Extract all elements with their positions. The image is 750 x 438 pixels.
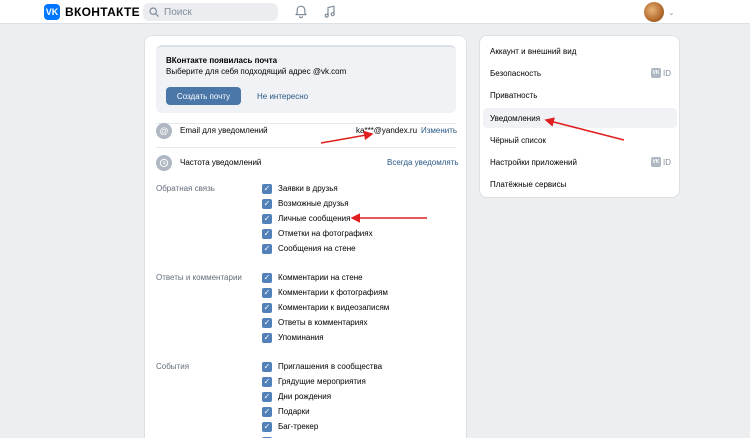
section-title: Ответы и комментарии — [156, 273, 242, 282]
checkbox-item[interactable]: ✓ Подарки — [262, 406, 310, 417]
checkbox-item[interactable]: ✓ Комментарии на стене — [262, 272, 363, 283]
checkbox-checked-icon[interactable]: ✓ — [262, 302, 272, 313]
vk-logo-icon: VK — [44, 4, 60, 20]
menu-item-label: Настройки приложений — [490, 157, 577, 167]
section-title: События — [156, 362, 190, 371]
checkbox-checked-icon[interactable]: ✓ — [262, 376, 272, 387]
settings-menu: Аккаунт и внешний вид Безопасность VK ID … — [479, 35, 680, 198]
checkbox-checked-icon[interactable]: ✓ — [262, 391, 272, 402]
checkbox-item[interactable]: ✓ Отметки на фотографиях — [262, 228, 373, 239]
promo-title: ВКонтакте появилась почта — [166, 56, 278, 65]
checkbox-item[interactable]: ✓ Приглашения в сообщества — [262, 361, 382, 372]
menu-item-privacy[interactable]: Приватность — [483, 85, 677, 105]
checkbox-item[interactable]: ✓ Заявки в друзья — [262, 183, 338, 194]
checkbox-checked-icon[interactable]: ✓ — [262, 243, 272, 254]
checkbox-item[interactable]: ✓ Ответы в комментариях — [262, 317, 368, 328]
checkbox-checked-icon[interactable]: ✓ — [262, 406, 272, 417]
promo-subtitle: Выберите для себя подходящий адрес @vk.c… — [166, 67, 347, 76]
checkbox-item[interactable]: ✓ Комментарии к фотографиям — [262, 287, 388, 298]
checkbox-label: Приглашения в сообщества — [278, 362, 383, 371]
checkbox-checked-icon[interactable]: ✓ — [262, 183, 272, 194]
menu-item-label: Чёрный список — [490, 135, 546, 145]
notification-settings-card: ВКонтакте появилась почта Выберите для с… — [144, 35, 467, 438]
checkbox-item[interactable]: ✓ Комментарии к видеозаписям — [262, 302, 389, 313]
checkbox-label: Личные сообщения — [278, 214, 351, 223]
email-label: Email для уведомлений — [180, 126, 268, 135]
vk-id-badge: VK ID — [651, 68, 671, 78]
clock-icon — [156, 155, 172, 171]
avatar[interactable] — [644, 2, 664, 22]
search-icon — [149, 7, 159, 17]
checkbox-label: Комментарии на стене — [278, 273, 363, 282]
checkbox-checked-icon[interactable]: ✓ — [262, 332, 272, 343]
checkbox-item[interactable]: ✓ Личные сообщения — [262, 213, 350, 224]
menu-item-label: Уведомления — [490, 113, 541, 123]
checkbox-label: Сообщения на стене — [278, 244, 356, 253]
divider — [156, 123, 456, 124]
search-box[interactable] — [143, 3, 278, 21]
checkbox-item[interactable]: ✓ Упоминания — [262, 332, 324, 343]
checkbox-label: Подарки — [278, 407, 310, 416]
menu-item-account[interactable]: Аккаунт и внешний вид — [483, 41, 677, 61]
checkbox-checked-icon[interactable]: ✓ — [262, 228, 272, 239]
change-email-link[interactable]: Изменить — [421, 126, 457, 135]
not-interested-link[interactable]: Не интересно — [257, 92, 308, 101]
mail-promo-banner: ВКонтакте появилась почта Выберите для с… — [156, 45, 456, 113]
menu-item-app-settings[interactable]: Настройки приложений VK ID — [483, 152, 677, 172]
checkbox-checked-icon[interactable]: ✓ — [262, 421, 272, 432]
checkbox-label: Отметки на фотографиях — [278, 229, 373, 238]
checkbox-checked-icon[interactable]: ✓ — [262, 361, 272, 372]
checkbox-item[interactable]: ✓ Возможные друзья — [262, 198, 349, 209]
vk-logo-text: ВКОНТАКТЕ — [65, 5, 140, 19]
frequency-select[interactable]: Всегда уведомлять — [387, 158, 459, 167]
at-icon: @ — [156, 123, 172, 139]
checkbox-label: Ответы в комментариях — [278, 318, 368, 327]
checkbox-checked-icon[interactable]: ✓ — [262, 213, 272, 224]
top-bar: VK ВКОНТАКТЕ ⌄ — [0, 0, 750, 24]
menu-item-label: Безопасность — [490, 68, 542, 78]
bell-icon[interactable] — [293, 4, 309, 20]
vk-id-icon: VK — [651, 157, 661, 167]
create-mail-button[interactable]: Создать почту — [166, 87, 241, 105]
vk-id-badge: VK ID — [651, 157, 671, 167]
checkbox-label: Возможные друзья — [278, 199, 349, 208]
search-input[interactable] — [164, 6, 274, 18]
email-value: ka***@yandex.ru — [356, 126, 418, 135]
checkbox-item[interactable]: ✓ Баг-трекер — [262, 421, 318, 432]
vk-logo[interactable]: VK ВКОНТАКТЕ — [44, 3, 140, 21]
vk-id-icon: VK — [651, 68, 661, 78]
checkbox-label: Баг-трекер — [278, 422, 319, 431]
menu-item-label: Платёжные сервисы — [490, 179, 567, 189]
checkbox-label: Дни рождения — [278, 392, 332, 401]
frequency-label: Частота уведомлений — [180, 158, 262, 167]
checkbox-checked-icon[interactable]: ✓ — [262, 198, 272, 209]
chevron-down-icon[interactable]: ⌄ — [668, 8, 675, 17]
menu-item-blacklist[interactable]: Чёрный список — [483, 130, 677, 150]
menu-item-label: Приватность — [490, 90, 538, 100]
checkbox-item[interactable]: ✓ Грядущие мероприятия — [262, 376, 366, 387]
menu-item-notifications[interactable]: Уведомления — [483, 108, 677, 128]
checkbox-checked-icon[interactable]: ✓ — [262, 317, 272, 328]
music-icon[interactable] — [322, 4, 338, 20]
divider — [156, 147, 456, 148]
checkbox-label: Комментарии к фотографиям — [278, 288, 388, 297]
vk-id-label: ID — [663, 157, 671, 167]
menu-item-security[interactable]: Безопасность VK ID — [483, 63, 677, 83]
menu-item-payments[interactable]: Платёжные сервисы — [483, 174, 677, 194]
checkbox-label: Упоминания — [278, 333, 324, 342]
checkbox-item[interactable]: ✓ Дни рождения — [262, 391, 331, 402]
checkbox-checked-icon[interactable]: ✓ — [262, 287, 272, 298]
menu-item-label: Аккаунт и внешний вид — [490, 46, 577, 56]
checkbox-checked-icon[interactable]: ✓ — [262, 272, 272, 283]
vk-id-label: ID — [663, 68, 671, 78]
checkbox-label: Заявки в друзья — [278, 184, 338, 193]
checkbox-label: Грядущие мероприятия — [278, 377, 366, 386]
checkbox-label: Комментарии к видеозаписям — [278, 303, 390, 312]
section-title: Обратная связь — [156, 184, 215, 193]
checkbox-item[interactable]: ✓ Сообщения на стене — [262, 243, 356, 254]
